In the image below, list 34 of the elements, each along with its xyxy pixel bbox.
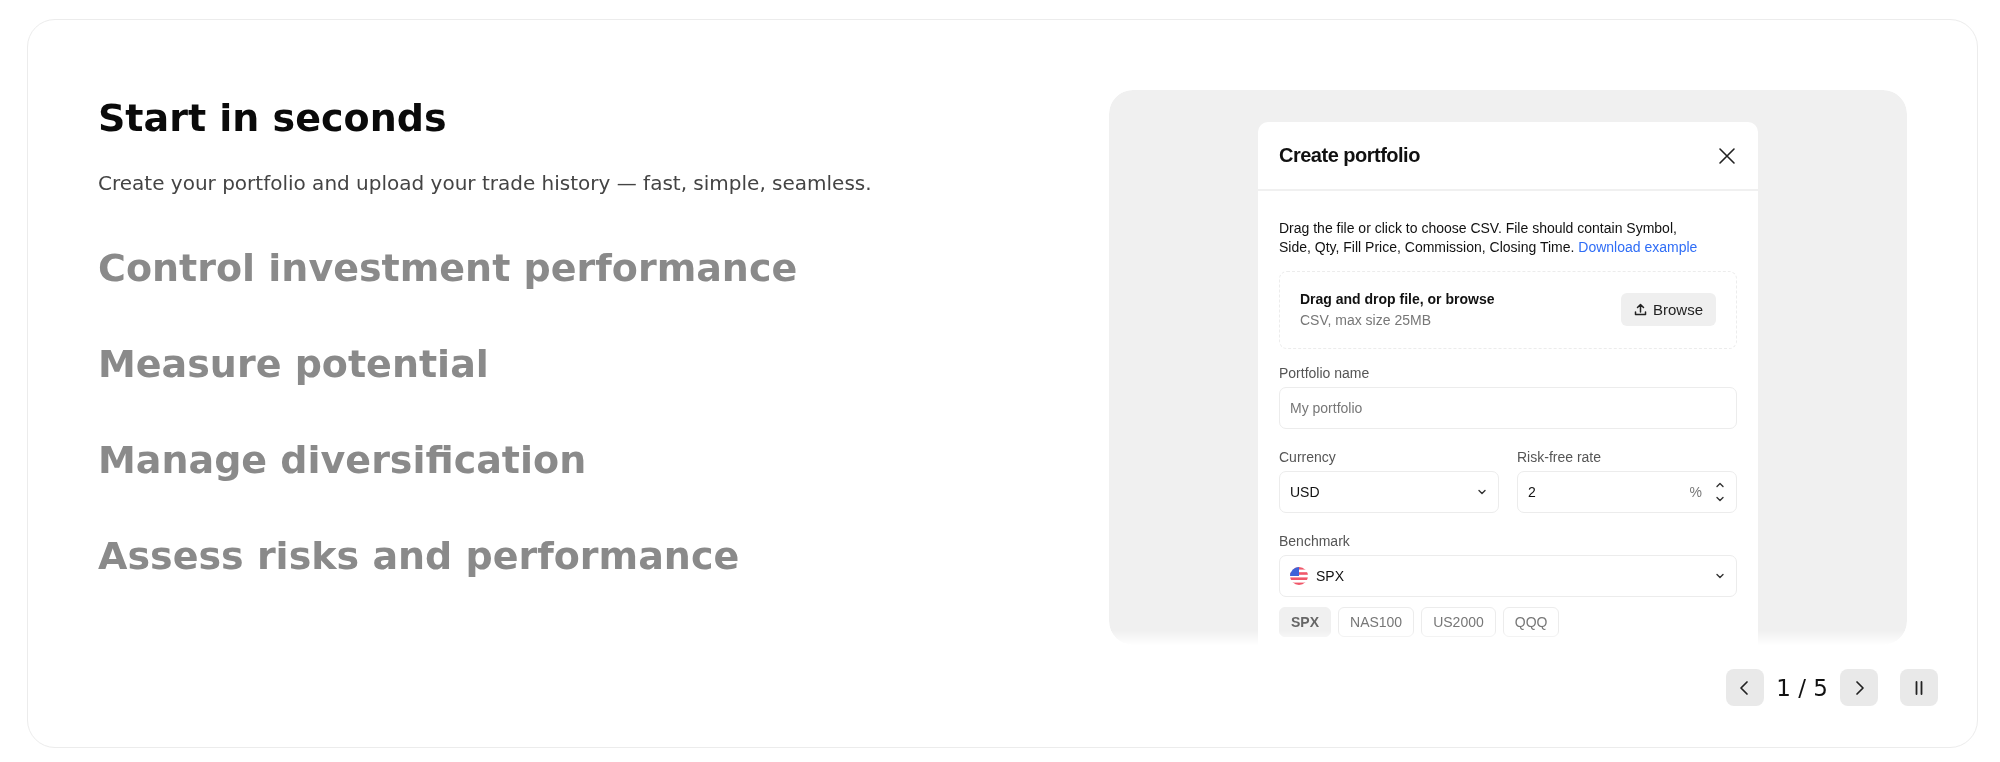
portfolio-name-field[interactable]: My portfolio	[1279, 387, 1737, 429]
pause-button[interactable]	[1900, 669, 1938, 706]
benchmark-chip[interactable]: SPX	[1279, 607, 1331, 637]
dropzone-hint: CSV, max size 25MB	[1300, 312, 1432, 328]
previous-button[interactable]	[1726, 669, 1765, 706]
upload-icon	[1633, 303, 1647, 316]
browse-button[interactable]: Browse	[1620, 293, 1716, 326]
flag-icon	[1290, 567, 1308, 585]
field-label: Benchmark	[1279, 533, 1351, 549]
dialog-title: Create portfolio	[1279, 144, 1420, 167]
close-icon	[1718, 146, 1736, 165]
pause-icon	[1913, 679, 1925, 696]
benchmark-chip[interactable]: NAS100	[1338, 607, 1415, 637]
currency-select[interactable]: USD	[1279, 471, 1499, 513]
feature-title[interactable]: Measure potential	[98, 338, 872, 390]
dropzone[interactable]: Drag and drop file, or browse CSV, max size 25MB Browse	[1279, 271, 1737, 349]
close-button[interactable]	[1718, 146, 1736, 165]
next-button[interactable]	[1840, 669, 1878, 706]
benchmark-chip[interactable]: QQQ	[1502, 607, 1560, 637]
feature-title[interactable]: Control investment performance	[98, 242, 872, 294]
feature-title[interactable]: Manage diversification	[98, 434, 872, 486]
feature-title[interactable]: Assess risks and performance	[98, 530, 872, 582]
field-label: Risk-free rate	[1517, 449, 1603, 465]
benchmark-chip[interactable]: US2000	[1421, 607, 1496, 637]
feature-description: Create your portfolio and upload your trade history — fast, simple, seamless.	[98, 171, 872, 195]
instructions-text: Drag the file or click to choose CSV. File should contain Symbol, Side, Qty, Fill Price, Commission, Closing Time. Download example	[1279, 219, 1699, 257]
benchmark-select[interactable]: SPX	[1279, 555, 1737, 597]
feature-title[interactable]: Start in seconds	[98, 92, 872, 144]
dropzone-title: Drag and drop file, or browse	[1300, 291, 1495, 307]
download-link[interactable]: Download example	[1578, 239, 1698, 255]
field-label: Portfolio name	[1279, 365, 1371, 381]
page-counter: 1 / 5	[1776, 674, 1828, 701]
rate-field[interactable]: 2 %	[1517, 471, 1737, 513]
field-label: Currency	[1279, 449, 1337, 465]
